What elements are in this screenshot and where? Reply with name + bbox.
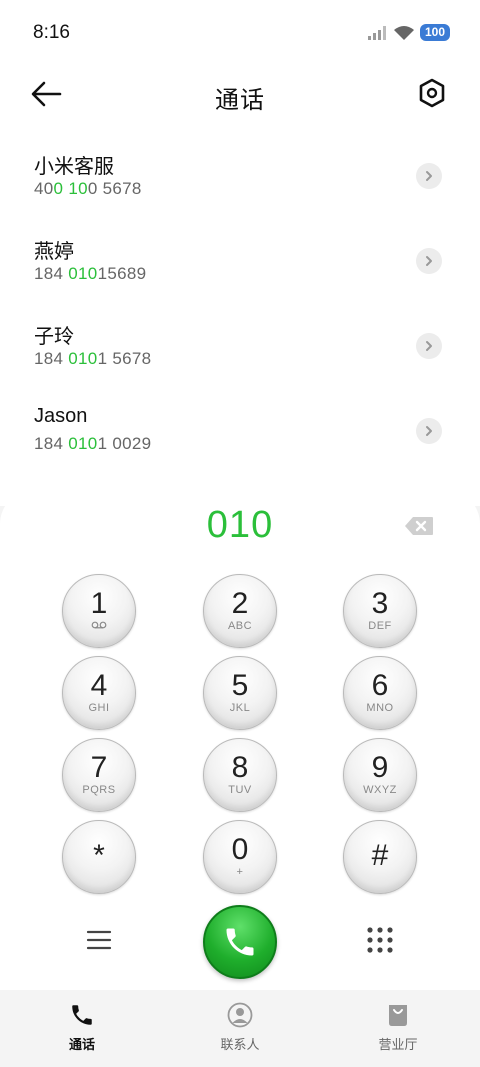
battery-icon: 100 bbox=[419, 24, 450, 41]
number-part: 184 bbox=[34, 349, 69, 368]
dial-key-digit: 4 bbox=[90, 669, 108, 702]
backspace-icon bbox=[405, 517, 433, 535]
number-match: 0 bbox=[53, 179, 64, 198]
backspace-button[interactable] bbox=[404, 516, 434, 538]
settings-hex-icon bbox=[419, 78, 445, 108]
signal-icon bbox=[367, 25, 386, 40]
dial-key-7[interactable]: 7 PQRS bbox=[62, 738, 136, 812]
dial-key-letters: MNO bbox=[366, 702, 394, 714]
dial-key-digit: # bbox=[371, 839, 389, 872]
nav-item-store[interactable]: 营业厅 bbox=[348, 1002, 448, 1053]
contact-row[interactable]: 燕婷 184 01015689 bbox=[0, 211, 480, 295]
status-time: 8:16 bbox=[33, 22, 70, 43]
person-icon bbox=[227, 1002, 253, 1028]
header: 通话 bbox=[0, 66, 480, 126]
dial-key-digit: * bbox=[93, 839, 105, 872]
dial-key-star[interactable]: * bbox=[62, 820, 136, 894]
contact-row[interactable]: 子玲 184 0101 5678 bbox=[0, 296, 480, 380]
phone-icon bbox=[72, 1005, 92, 1025]
contact-row[interactable]: 小米客服 400 100 5678 bbox=[0, 126, 480, 210]
contact-name: 子玲 bbox=[34, 326, 74, 348]
dial-key-letters: DEF bbox=[368, 620, 392, 632]
chevron-right-icon bbox=[426, 256, 432, 266]
shopping-bag-icon bbox=[389, 1005, 407, 1026]
contact-row[interactable]: Jason 184 0101 0029 bbox=[0, 381, 480, 465]
number-part: 0 5678 bbox=[87, 179, 142, 198]
keypad-grid-icon bbox=[367, 927, 393, 953]
number-part: 40 bbox=[34, 179, 54, 198]
bottom-nav: 通话 联系人 营业厅 bbox=[0, 990, 480, 1067]
dial-key-letters: + bbox=[236, 866, 244, 878]
dial-key-letters: ABC bbox=[227, 620, 253, 632]
nav-label-contacts: 联系人 bbox=[220, 1037, 260, 1052]
nav-item-contacts[interactable]: 联系人 bbox=[190, 1002, 290, 1053]
dial-key-5[interactable]: 5 JKL bbox=[203, 656, 277, 730]
status-icons: 100 bbox=[367, 24, 450, 41]
dial-key-digit: 7 bbox=[90, 751, 108, 784]
phone-call-icon bbox=[226, 928, 254, 956]
keypad-toggle-button[interactable] bbox=[366, 926, 394, 954]
number-match: 010 bbox=[68, 434, 98, 453]
contact-name: 燕婷 bbox=[34, 241, 74, 263]
number-match: 10 bbox=[68, 179, 88, 198]
dial-key-digit: 9 bbox=[371, 751, 389, 784]
contact-number: 184 0101 5678 bbox=[34, 349, 151, 369]
dialer-panel: 010 1 2 ABC 3 DEF 4 GHI 5 JKL 6 MNO 7 PQRS 8 TUV 9 WXYZ *… bbox=[0, 490, 480, 990]
voicemail-icon bbox=[91, 621, 107, 629]
contact-number: 184 0101 0029 bbox=[34, 434, 151, 454]
status-bar: 8:16 100 bbox=[0, 0, 480, 66]
dial-key-4[interactable]: 4 GHI bbox=[62, 656, 136, 730]
dial-key-8[interactable]: 8 TUV bbox=[203, 738, 277, 812]
dial-key-digit: 2 bbox=[231, 587, 249, 620]
dial-key-digit: 1 bbox=[90, 587, 108, 620]
dial-key-digit: 8 bbox=[231, 751, 249, 784]
dial-key-digit: 0 bbox=[231, 833, 249, 866]
wifi-icon bbox=[393, 25, 414, 40]
contact-detail-button[interactable] bbox=[416, 163, 442, 189]
dial-key-6[interactable]: 6 MNO bbox=[343, 656, 417, 730]
chevron-right-icon bbox=[426, 341, 432, 351]
contact-number: 400 100 5678 bbox=[34, 179, 142, 199]
dial-key-letters: WXYZ bbox=[363, 784, 397, 796]
call-button[interactable] bbox=[203, 905, 277, 979]
contact-detail-button[interactable] bbox=[416, 418, 442, 444]
dial-key-2[interactable]: 2 ABC bbox=[203, 574, 277, 648]
dial-key-3[interactable]: 3 DEF bbox=[343, 574, 417, 648]
number-part: 184 bbox=[34, 264, 69, 283]
dial-key-digit: 3 bbox=[371, 587, 389, 620]
number-part: 1 0029 bbox=[97, 434, 152, 453]
dial-key-0[interactable]: 0 + bbox=[203, 820, 277, 894]
contact-name: 小米客服 bbox=[34, 156, 114, 178]
nav-item-calls[interactable]: 通话 bbox=[32, 1002, 132, 1053]
dial-key-letters: PQRS bbox=[82, 784, 116, 796]
dial-key-hash[interactable]: # bbox=[343, 820, 417, 894]
dial-key-letters: GHI bbox=[88, 702, 110, 714]
number-match: 010 bbox=[68, 349, 98, 368]
chevron-right-icon bbox=[426, 171, 432, 181]
dial-key-1[interactable]: 1 bbox=[62, 574, 136, 648]
dial-key-digit: 6 bbox=[371, 669, 389, 702]
contact-list: 小米客服 400 100 5678 燕婷 184 01015689 子玲 184 0101… bbox=[0, 126, 480, 506]
contact-detail-button[interactable] bbox=[416, 248, 442, 274]
dial-key-digit: 5 bbox=[231, 669, 249, 702]
number-part: 1 5678 bbox=[97, 349, 152, 368]
chevron-right-icon bbox=[426, 426, 432, 436]
settings-button[interactable] bbox=[418, 78, 448, 110]
menu-button[interactable] bbox=[86, 928, 112, 952]
number-part: 15689 bbox=[97, 264, 147, 283]
dial-key-letters: TUV bbox=[228, 784, 252, 796]
contact-name: Jason bbox=[34, 405, 88, 427]
page-title: 通话 bbox=[215, 87, 265, 114]
dial-key-letters: JKL bbox=[229, 702, 251, 714]
nav-label-calls: 通话 bbox=[68, 1037, 95, 1052]
contact-detail-button[interactable] bbox=[416, 333, 442, 359]
dial-key-9[interactable]: 9 WXYZ bbox=[343, 738, 417, 812]
number-part: 184 bbox=[34, 434, 69, 453]
contact-number: 184 01015689 bbox=[34, 264, 146, 284]
number-match: 010 bbox=[68, 264, 98, 283]
menu-icon bbox=[86, 930, 112, 950]
nav-label-store: 营业厅 bbox=[378, 1037, 418, 1052]
